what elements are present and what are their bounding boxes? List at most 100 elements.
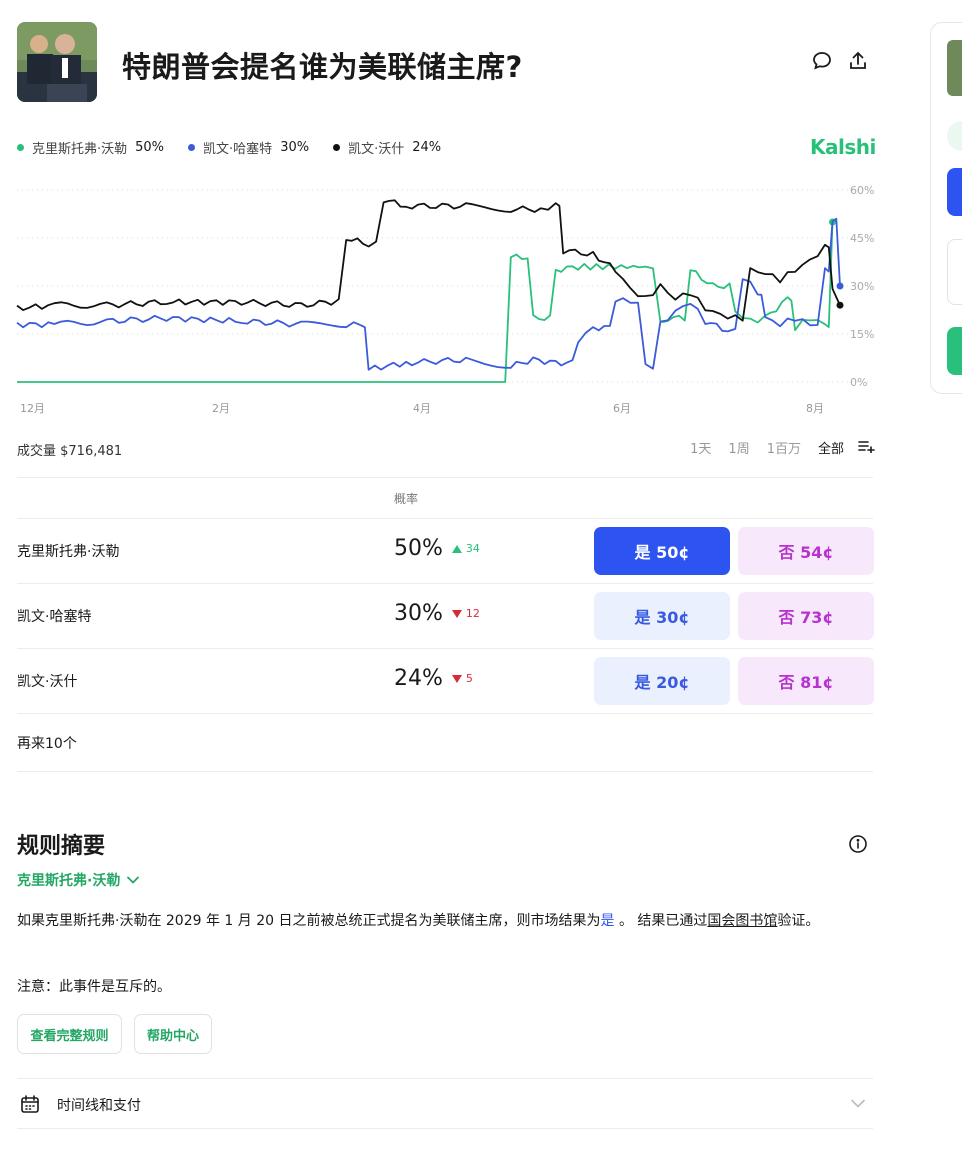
rule-text-part: 如果克里斯托弗·沃勒在 2029 年 1 月 20 日之前被总统正式提名为美联储… [17, 913, 601, 929]
trade-panel-tab[interactable] [947, 121, 962, 151]
legend-dot [333, 143, 341, 151]
legend-dot [17, 143, 24, 151]
x-tick-label: 4月 [413, 402, 431, 415]
change-value: 34 [465, 542, 480, 555]
y-tick-label: 30% [850, 280, 874, 293]
buy-yes-button[interactable]: 是 30¢ [594, 592, 730, 640]
probability-value: 24% [394, 666, 443, 691]
legend-dot [188, 143, 196, 151]
rule-yes-word: 是 [600, 913, 615, 929]
divider [17, 713, 873, 714]
probability-change: 5 [451, 672, 473, 685]
y-tick-label: 45% [850, 232, 874, 245]
divider [17, 1128, 873, 1129]
legend-pct: 50% [135, 139, 165, 155]
rule-text-part: 验证。 [777, 913, 820, 929]
y-tick-label: 0% [850, 376, 867, 389]
trade-panel-thumbnail [947, 40, 962, 96]
chevron-down-icon [127, 876, 140, 884]
outcome-name: 凯文·沃什 [17, 674, 78, 690]
range-1m[interactable]: 1百万 [767, 438, 801, 457]
market-title: 特朗普会提名谁为美联储主席? [122, 50, 523, 84]
y-tick-label: 60% [850, 184, 874, 197]
legend-item: 凯文·沃什 24% [333, 138, 441, 157]
outcome-selector-label: 克里斯托弗·沃勒 [17, 873, 121, 889]
trade-panel-amount-input[interactable] [947, 239, 962, 305]
buy-yes-button[interactable]: 是 20¢ [594, 657, 730, 705]
down-arrow-icon [451, 674, 462, 683]
timeline-section[interactable]: 时间线和支付 [17, 1079, 873, 1129]
buy-no-button[interactable]: 否 73¢ [738, 592, 874, 640]
probability-value: 50% [394, 536, 443, 561]
trade-panel-yes-button[interactable] [947, 168, 962, 216]
comment-icon[interactable] [811, 50, 833, 72]
share-icon[interactable] [847, 50, 869, 72]
series-line [17, 221, 834, 383]
outcome-probability: 50% 34 [394, 536, 480, 561]
range-1w[interactable]: 1周 [728, 438, 749, 457]
help-center-button[interactable]: 帮助中心 [134, 1014, 212, 1054]
rule-description: 如果克里斯托弗·沃勒在 2029 年 1 月 20 日之前被总统正式提名为美联储… [17, 909, 867, 934]
buy-yes-button[interactable]: 是 50¢ [594, 527, 730, 575]
divider [17, 771, 873, 772]
up-arrow-icon [451, 544, 462, 553]
y-tick-label: 15% [850, 328, 874, 341]
down-arrow-icon [451, 609, 462, 618]
probability-value: 30% [394, 601, 443, 626]
range-all[interactable]: 全部 [818, 438, 844, 457]
outcome-probability: 30% 12 [394, 601, 480, 626]
buy-no-button[interactable]: 否 81¢ [738, 657, 874, 705]
kalshi-logo: Kalshi [810, 135, 876, 159]
probability-header: 概率 [394, 492, 419, 506]
legend-name: 克里斯托弗·沃勒 [32, 141, 128, 157]
range-selector: 1天 1周 1百万 全部 [673, 438, 875, 457]
x-tick-label: 2月 [212, 402, 230, 415]
divider [17, 518, 873, 519]
info-icon[interactable] [848, 834, 868, 854]
rule-text-part: 。 结果已通过 [614, 913, 708, 929]
legend-name: 凯文·哈塞特 [203, 141, 273, 157]
legend-pct: 30% [280, 139, 310, 155]
library-of-congress-link[interactable]: 国会图书馆 [707, 913, 777, 929]
chevron-down-icon [851, 1099, 865, 1108]
trade-panel-submit-button[interactable] [947, 327, 962, 375]
range-1d[interactable]: 1天 [690, 438, 711, 457]
chart-settings-icon[interactable] [858, 439, 875, 457]
market-header: 特朗普会提名谁为美联储主席? [17, 22, 873, 102]
legend-item: 克里斯托弗·沃勒 50% [17, 138, 164, 157]
full-rules-button[interactable]: 查看完整规则 [17, 1014, 122, 1054]
market-thumbnail [17, 22, 97, 102]
rules-title: 规则摘要 [17, 834, 106, 859]
outcome-selector[interactable]: 克里斯托弗·沃勒 [17, 870, 140, 890]
exclusivity-note: 注意：此事件是互斥的。 [17, 979, 171, 995]
trade-panel [930, 22, 962, 394]
series-end-dot [836, 301, 844, 309]
outcome-probability: 24% 5 [394, 666, 473, 691]
show-more-link[interactable]: 再来10个 [17, 733, 77, 753]
legend-pct: 24% [412, 139, 442, 155]
series-end-dot [836, 282, 844, 290]
calendar-icon [21, 1095, 39, 1113]
outcome-name: 克里斯托弗·沃勒 [17, 544, 120, 560]
divider [17, 648, 873, 649]
outcome-name: 凯文·哈塞特 [17, 609, 92, 625]
timeline-label: 时间线和支付 [57, 1098, 141, 1114]
series-line [16, 199, 841, 322]
price-chart[interactable]: 60% 45% 30% 15% 0% 12月 2月 4月 6月 8月 [0, 170, 900, 420]
legend-name: 凯文·沃什 [348, 141, 405, 157]
buy-no-button[interactable]: 否 54¢ [738, 527, 874, 575]
probability-change: 34 [451, 542, 480, 555]
probability-change: 12 [451, 607, 480, 620]
x-tick-label: 12月 [20, 402, 45, 415]
series-line [16, 217, 841, 371]
x-tick-label: 6月 [613, 402, 631, 415]
divider [17, 477, 873, 478]
chart-legend: 克里斯托弗·沃勒 50% 凯文·哈塞特 30% 凯文·沃什 24% [17, 138, 465, 157]
legend-item: 凯文·哈塞特 30% [188, 138, 309, 157]
x-tick-label: 8月 [806, 402, 824, 415]
change-value: 12 [465, 607, 480, 620]
change-value: 5 [465, 672, 473, 685]
chart-controls: 成交量 $716,481 1天 1周 1百万 全部 [17, 438, 875, 459]
volume-text: 成交量 $716,481 [17, 444, 123, 459]
divider [17, 583, 873, 584]
